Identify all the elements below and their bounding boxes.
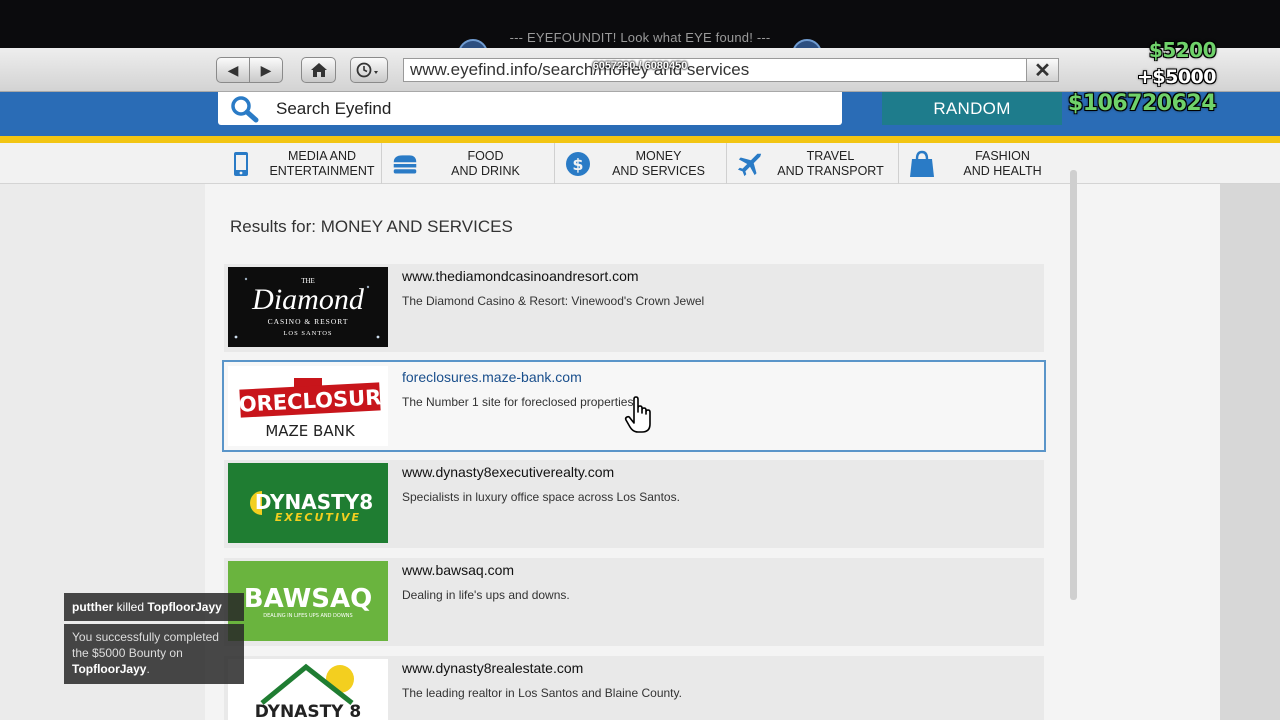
rp-progress-text: 6057290 / 6080450 <box>592 60 688 72</box>
result-url[interactable]: www.bawsaq.com <box>402 562 514 578</box>
bawsaq-logo: BAWSAQ DEALING IN LIFES UPS AND DOWNS <box>228 561 388 641</box>
result-url[interactable]: www.dynasty8realestate.com <box>402 660 583 676</box>
bounty-message-text: You successfully completed the $5000 Bou… <box>72 630 219 660</box>
plane-icon <box>737 151 763 177</box>
victim-name: TopfloorJayy <box>147 600 222 614</box>
diamond-casino-logo: THE Diamond CASINO & RESORT LOS SANTOS <box>228 267 388 347</box>
category-media-entertainment[interactable]: MEDIA AND ENTERTAINMENT <box>218 143 390 184</box>
category-label: FASHION AND HEALTH <box>963 148 1042 178</box>
cash-amount: $5200 <box>1148 38 1217 62</box>
forward-button[interactable]: ▶ <box>249 58 282 82</box>
result-url[interactable]: www.thediamondcasinoandresort.com <box>402 268 639 284</box>
bounty-target-name: TopfloorJayy <box>72 662 147 676</box>
home-button[interactable] <box>301 57 336 83</box>
dynasty8-logo-sub: EXECUTIVE <box>275 511 361 524</box>
burger-icon <box>392 151 418 177</box>
category-label: TRAVEL AND TRANSPORT <box>777 148 884 178</box>
search-icon <box>231 95 259 122</box>
result-description: The Diamond Casino & Resort: Vinewood's … <box>402 294 705 308</box>
search-placeholder: Search Eyefind <box>276 98 392 118</box>
dynasty8-realestate-logo: DYNASTY 8 <box>228 659 388 720</box>
result-description: The leading realtor in Los Santos and Bl… <box>402 686 682 700</box>
category-fashion-health[interactable]: FASHION AND HEALTH <box>898 143 1070 184</box>
results-title: Results for: MONEY AND SERVICES <box>230 217 513 236</box>
eyefound-banner: --- EYEFOUNDIT! Look what EYE found! --- <box>509 30 771 45</box>
result-description: The Number 1 site for foreclosed propert… <box>402 395 634 409</box>
result-item[interactable]: THE Diamond CASINO & RESORT LOS SANTOS w… <box>224 264 1044 352</box>
bounty-message: You successfully completed the $5000 Bou… <box>64 624 244 684</box>
home-icon <box>310 63 327 77</box>
hand-cursor-icon <box>624 396 651 433</box>
result-description: Dealing in life's ups and downs. <box>402 588 570 602</box>
bawsaq-logo-main: BAWSAQ <box>244 584 372 614</box>
result-description: Specialists in luxury office space acros… <box>402 490 680 504</box>
maze-bank-foreclosure-logo: FORECLOSURE MAZE BANK <box>228 366 388 446</box>
category-food-drink[interactable]: FOOD AND DRINK <box>381 143 553 184</box>
category-money-services[interactable]: $ MONEY AND SERVICES <box>554 143 726 184</box>
back-arrow-icon: ◀ <box>227 61 239 78</box>
bounty-message-end: . <box>146 662 150 676</box>
back-forward-group: ◀ ▶ <box>216 57 283 83</box>
close-button[interactable]: ✕ <box>1026 58 1059 82</box>
bawsaq-logo-sub: DEALING IN LIFES UPS AND DOWNS <box>263 613 352 619</box>
result-item[interactable]: BAWSAQ DEALING IN LIFES UPS AND DOWNS ww… <box>224 558 1044 646</box>
history-clock-icon <box>356 62 378 78</box>
diamond-logo-location: LOS SANTOS <box>283 330 332 337</box>
maze-bank-logo-sub: MAZE BANK <box>265 422 355 440</box>
diamond-logo-main: Diamond <box>251 283 365 316</box>
killer-name: putther <box>72 600 114 614</box>
phone-icon <box>228 151 254 177</box>
kill-feed-header: putther killed TopfloorJayy <box>64 593 244 621</box>
kill-feed: putther killed TopfloorJayy You successf… <box>64 593 244 684</box>
back-button[interactable]: ◀ <box>217 58 249 82</box>
results-scrollbar[interactable] <box>1070 170 1077 600</box>
category-nav: MEDIA AND ENTERTAINMENT FOOD AND DRINK $… <box>0 143 1280 184</box>
category-label: MONEY AND SERVICES <box>612 148 705 178</box>
kill-verb: killed <box>116 600 145 614</box>
history-button[interactable] <box>350 57 388 83</box>
bank-amount: $106720624 <box>1067 91 1217 116</box>
dynasty8-executive-logo: DYNASTY8 EXECUTIVE <box>228 463 388 543</box>
dollar-icon: $ <box>565 151 591 177</box>
random-button[interactable]: RANDOM <box>882 92 1062 125</box>
category-label: MEDIA AND ENTERTAINMENT <box>269 148 375 178</box>
cash-delta: +$5000 <box>1136 66 1217 88</box>
close-x-icon: ✕ <box>1034 59 1051 82</box>
eyefind-search-input[interactable]: Search Eyefind <box>218 92 842 125</box>
result-item[interactable]: DYNASTY8 EXECUTIVE www.dynasty8executive… <box>224 460 1044 548</box>
result-item[interactable]: DYNASTY 8 www.dynasty8realestate.com The… <box>224 656 1044 720</box>
diamond-logo-sub: CASINO & RESORT <box>268 317 349 326</box>
category-label: FOOD AND DRINK <box>451 148 520 178</box>
forward-arrow-icon: ▶ <box>260 61 272 78</box>
result-url[interactable]: foreclosures.maze-bank.com <box>402 369 582 385</box>
header-gold-strip <box>0 136 1280 143</box>
bag-icon <box>909 150 935 177</box>
category-travel-transport[interactable]: TRAVEL AND TRANSPORT <box>726 143 898 184</box>
dynasty8-realestate-logo-main: DYNASTY 8 <box>255 702 361 720</box>
page-right-gutter <box>1220 184 1280 720</box>
result-url[interactable]: www.dynasty8executiverealty.com <box>402 464 614 480</box>
svg-text:$: $ <box>572 155 583 174</box>
